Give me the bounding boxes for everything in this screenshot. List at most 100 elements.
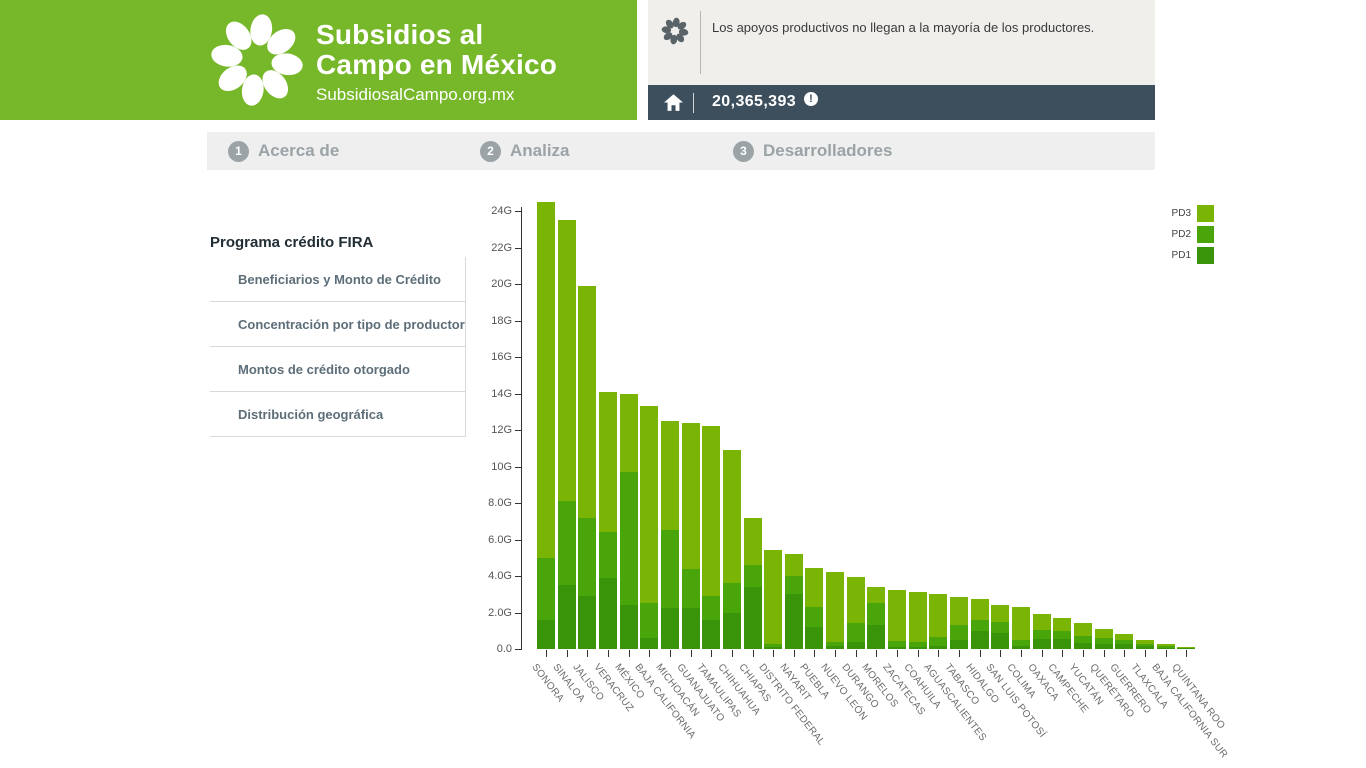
bar-segment[interactable] [826, 646, 844, 649]
bar-segment[interactable] [785, 554, 803, 576]
bar-segment[interactable] [558, 220, 576, 501]
bar-segment[interactable] [1033, 630, 1051, 639]
menu-item-beneficiarios[interactable]: Beneficiarios y Monto de Crédito [210, 257, 465, 302]
bar-segment[interactable] [620, 394, 638, 472]
bar-segment[interactable] [1074, 636, 1092, 643]
bar-segment[interactable] [578, 596, 596, 649]
bar-segment[interactable] [1115, 644, 1133, 649]
bar-segment[interactable] [744, 518, 762, 565]
bar-segment[interactable] [971, 599, 989, 620]
bar-segment[interactable] [805, 568, 823, 607]
bar-segment[interactable] [764, 550, 782, 644]
bar-segment[interactable] [991, 605, 1009, 622]
bar-segment[interactable] [847, 642, 865, 649]
bar-segment[interactable] [826, 642, 844, 646]
bar-segment[interactable] [1095, 644, 1113, 649]
bar-segment[interactable] [1177, 647, 1195, 648]
bar-segment[interactable] [702, 596, 720, 620]
bar-segment[interactable] [661, 608, 679, 649]
bar-segment[interactable] [1012, 607, 1030, 640]
menu-item-montos[interactable]: Montos de crédito otorgado [210, 347, 465, 392]
bar-segment[interactable] [702, 620, 720, 649]
bar-segment[interactable] [1136, 640, 1154, 644]
bar-segment[interactable] [558, 501, 576, 585]
bar-segment[interactable] [723, 613, 741, 649]
bar-segment[interactable] [1053, 639, 1071, 649]
bar-segment[interactable] [909, 647, 927, 649]
legend-item-pd1[interactable]: PD1 [1167, 247, 1214, 264]
menu-item-distribucion[interactable]: Distribución geográfica [210, 392, 465, 437]
bar-segment[interactable] [805, 627, 823, 649]
bar-segment[interactable] [847, 623, 865, 642]
bar-segment[interactable] [909, 642, 927, 647]
bar-segment[interactable] [867, 625, 885, 649]
bar-segment[interactable] [1157, 644, 1175, 646]
bar-segment[interactable] [1033, 614, 1051, 630]
bar-segment[interactable] [620, 605, 638, 649]
bar-segment[interactable] [1053, 618, 1071, 631]
bar-segment[interactable] [1074, 643, 1092, 649]
nav-item-desarrolladores[interactable]: 3 Desarrolladores [733, 140, 892, 162]
bar-segment[interactable] [620, 472, 638, 605]
bar-segment[interactable] [537, 202, 555, 558]
bar-segment[interactable] [640, 638, 658, 649]
bar-segment[interactable] [950, 625, 968, 640]
bar-segment[interactable] [682, 608, 700, 649]
bar-segment[interactable] [950, 640, 968, 649]
bar-segment[interactable] [1012, 640, 1030, 646]
home-icon[interactable] [664, 94, 683, 111]
bar-segment[interactable] [909, 592, 927, 642]
bar-segment[interactable] [971, 620, 989, 631]
bar-segment[interactable] [764, 647, 782, 649]
bar-segment[interactable] [1157, 646, 1175, 648]
bar-segment[interactable] [764, 644, 782, 647]
bar-segment[interactable] [805, 607, 823, 627]
bar-segment[interactable] [929, 594, 947, 637]
legend-item-pd3[interactable]: PD3 [1167, 205, 1214, 222]
bar-segment[interactable] [702, 426, 720, 596]
bar-segment[interactable] [599, 392, 617, 532]
bar-segment[interactable] [826, 572, 844, 642]
bar-segment[interactable] [1095, 638, 1113, 644]
bar-segment[interactable] [640, 603, 658, 638]
menu-item-concentracion[interactable]: Concentración por tipo de productor [210, 302, 465, 347]
bar-segment[interactable] [847, 577, 865, 623]
bar-segment[interactable] [682, 569, 700, 608]
bar-segment[interactable] [929, 637, 947, 646]
bar-segment[interactable] [950, 597, 968, 625]
bar-segment[interactable] [1136, 646, 1154, 649]
bar-segment[interactable] [785, 594, 803, 649]
bar-segment[interactable] [888, 647, 906, 649]
bar-segment[interactable] [888, 641, 906, 647]
bar-segment[interactable] [1136, 644, 1154, 646]
bar-segment[interactable] [744, 565, 762, 587]
bar-segment[interactable] [723, 450, 741, 583]
bar-segment[interactable] [1012, 646, 1030, 649]
bar-segment[interactable] [1033, 639, 1051, 649]
bar-segment[interactable] [558, 585, 576, 649]
bar-segment[interactable] [599, 578, 617, 649]
bar-segment[interactable] [723, 583, 741, 613]
bar-segment[interactable] [578, 518, 596, 596]
bar-segment[interactable] [971, 631, 989, 649]
bar-segment[interactable] [785, 576, 803, 594]
bar-segment[interactable] [1115, 640, 1133, 644]
bar-segment[interactable] [661, 530, 679, 608]
bar-segment[interactable] [744, 587, 762, 649]
bar-segment[interactable] [537, 620, 555, 649]
bar-segment[interactable] [682, 423, 700, 569]
bar-segment[interactable] [1115, 634, 1133, 640]
nav-item-analiza[interactable]: 2 Analiza [480, 140, 570, 162]
bar-segment[interactable] [640, 406, 658, 603]
bar-segment[interactable] [867, 603, 885, 625]
info-icon[interactable]: ! [804, 92, 818, 106]
bar-segment[interactable] [599, 532, 617, 578]
bar-segment[interactable] [991, 633, 1009, 649]
bar-segment[interactable] [929, 646, 947, 649]
bar-segment[interactable] [578, 286, 596, 518]
bar-segment[interactable] [1157, 648, 1175, 649]
bar-segment[interactable] [1177, 648, 1195, 649]
bar-segment[interactable] [1095, 629, 1113, 638]
bar-segment[interactable] [991, 622, 1009, 633]
nav-item-acerca-de[interactable]: 1 Acerca de [228, 140, 339, 162]
